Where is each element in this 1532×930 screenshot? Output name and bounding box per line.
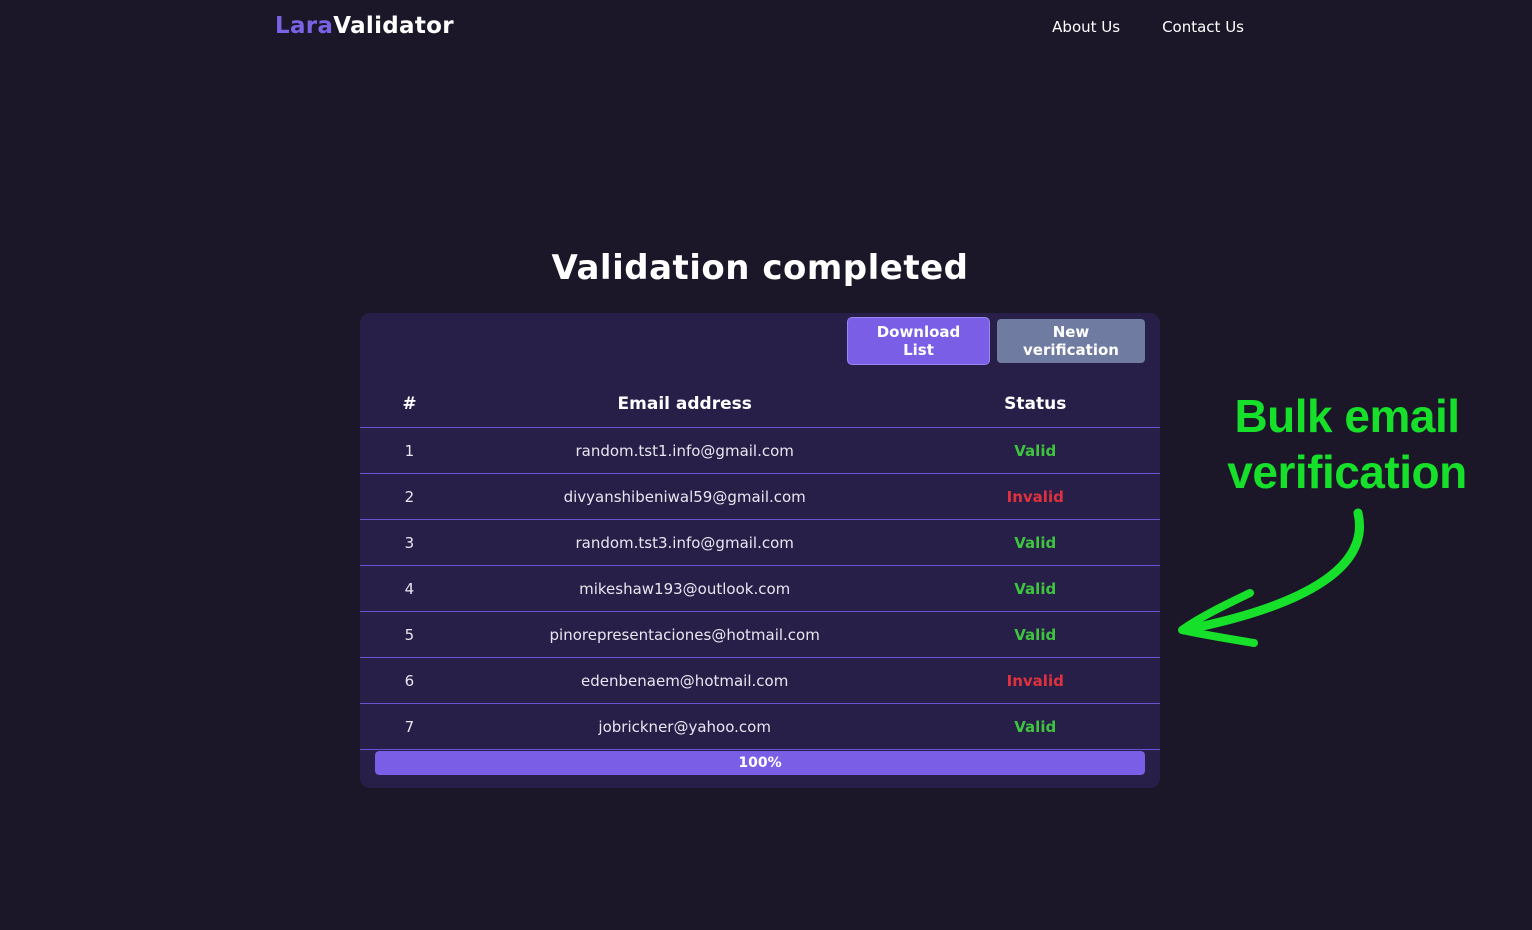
results-table: # Email address Status 1 random.tst1.inf… <box>360 381 1160 750</box>
row-number: 4 <box>360 565 459 612</box>
table-row: 6 edenbenaem@hotmail.com Invalid <box>360 657 1160 704</box>
results-card: Download List New verification # Email a… <box>360 313 1160 788</box>
row-status: Valid <box>910 565 1160 612</box>
header-email: Email address <box>458 381 911 428</box>
header-status: Status <box>910 381 1160 428</box>
table-row: 2 divyanshibeniwal59@gmail.com Invalid <box>360 473 1160 520</box>
row-email: mikeshaw193@outlook.com <box>458 565 911 612</box>
row-status: Valid <box>910 611 1160 658</box>
row-status: Valid <box>910 519 1160 566</box>
table-row: 3 random.tst3.info@gmail.com Valid <box>360 519 1160 566</box>
row-email: divyanshibeniwal59@gmail.com <box>458 473 911 520</box>
progress-label: 100% <box>738 755 782 771</box>
nav-about-us[interactable]: About Us <box>1052 18 1120 36</box>
logo-part-lara: Lara <box>275 13 334 39</box>
curved-arrow-icon <box>1178 508 1364 647</box>
row-number: 2 <box>360 473 459 520</box>
logo[interactable]: LaraValidator <box>275 13 454 39</box>
row-email: edenbenaem@hotmail.com <box>458 657 911 704</box>
row-email: random.tst1.info@gmail.com <box>458 427 911 474</box>
annotation-text: Bulk email verification <box>1212 388 1482 500</box>
row-status: Valid <box>910 427 1160 474</box>
annotation-line-1: Bulk email <box>1234 390 1460 442</box>
row-status: Invalid <box>910 473 1160 520</box>
row-number: 6 <box>360 657 459 704</box>
row-email: pinorepresentaciones@hotmail.com <box>458 611 911 658</box>
annotation-line-2: verification <box>1227 446 1467 498</box>
table-row: 7 jobrickner@yahoo.com Valid <box>360 703 1160 750</box>
new-verification-button[interactable]: New verification <box>997 319 1145 363</box>
row-email: random.tst3.info@gmail.com <box>458 519 911 566</box>
row-status: Valid <box>910 703 1160 750</box>
row-number: 1 <box>360 427 459 474</box>
action-buttons: Download List New verification <box>848 318 1145 364</box>
row-number: 5 <box>360 611 459 658</box>
row-email: jobrickner@yahoo.com <box>458 703 911 750</box>
row-number: 7 <box>360 703 459 750</box>
logo-part-validator: Validator <box>333 13 454 39</box>
top-nav: About Us Contact Us <box>1052 18 1244 36</box>
row-number: 3 <box>360 519 459 566</box>
table-header-row: # Email address Status <box>360 381 1160 428</box>
table-row: 4 mikeshaw193@outlook.com Valid <box>360 565 1160 612</box>
page: LaraValidator About Us Contact Us Valida… <box>0 0 1532 930</box>
row-status: Invalid <box>910 657 1160 704</box>
header-number: # <box>360 381 459 428</box>
table-row: 1 random.tst1.info@gmail.com Valid <box>360 427 1160 474</box>
progress-bar: 100% <box>375 751 1145 775</box>
download-list-button[interactable]: Download List <box>848 318 989 364</box>
table-row: 5 pinorepresentaciones@hotmail.com Valid <box>360 611 1160 658</box>
page-title: Validation completed <box>551 248 969 288</box>
nav-contact-us[interactable]: Contact Us <box>1162 18 1244 36</box>
